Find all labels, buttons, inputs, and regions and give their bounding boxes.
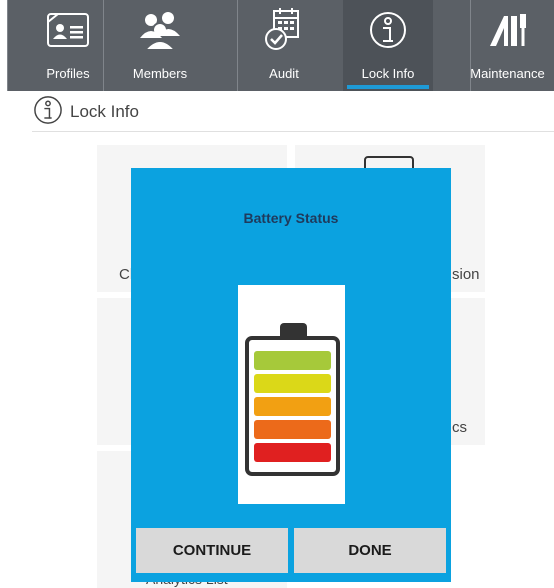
tab-label: Members — [132, 66, 188, 81]
continue-button[interactable]: CONTINUE — [136, 528, 288, 573]
tab-maintenance[interactable]: Maintenance — [461, 0, 554, 91]
nav-divider — [237, 0, 238, 91]
top-navigation-bar: Profiles Members Audit Lock Info Mainten… — [0, 0, 554, 91]
tab-members[interactable]: Members — [116, 0, 204, 91]
tab-label: Maintenance — [470, 66, 545, 81]
tile-label: cs — [452, 419, 467, 436]
divider — [32, 131, 554, 132]
tile-label: sion — [452, 266, 480, 283]
battery-status-dialog: Battery Status CONTINUE DONE — [131, 168, 451, 582]
battery-image-panel — [238, 285, 345, 504]
tab-profiles[interactable]: Profiles — [24, 0, 112, 91]
battery-level-icon — [245, 323, 340, 476]
page-title: Lock Info — [70, 102, 139, 121]
active-tab-indicator — [347, 85, 429, 89]
page-header: Lock Info — [32, 94, 554, 130]
info-icon — [32, 94, 64, 131]
nav-divider — [7, 0, 8, 91]
info-icon — [343, 4, 433, 56]
done-button[interactable]: DONE — [294, 528, 446, 573]
members-icon — [116, 4, 204, 56]
tab-label: Lock Info — [361, 66, 415, 81]
profile-card-icon — [24, 4, 112, 56]
maintenance-icon — [461, 4, 554, 56]
tab-lock-info[interactable]: Lock Info — [343, 0, 433, 91]
audit-calendar-icon — [240, 4, 328, 56]
tab-label: Audit — [269, 66, 299, 81]
tab-audit[interactable]: Audit — [240, 0, 328, 91]
tab-label: Profiles — [46, 66, 90, 81]
dialog-title: Battery Status — [243, 210, 339, 226]
